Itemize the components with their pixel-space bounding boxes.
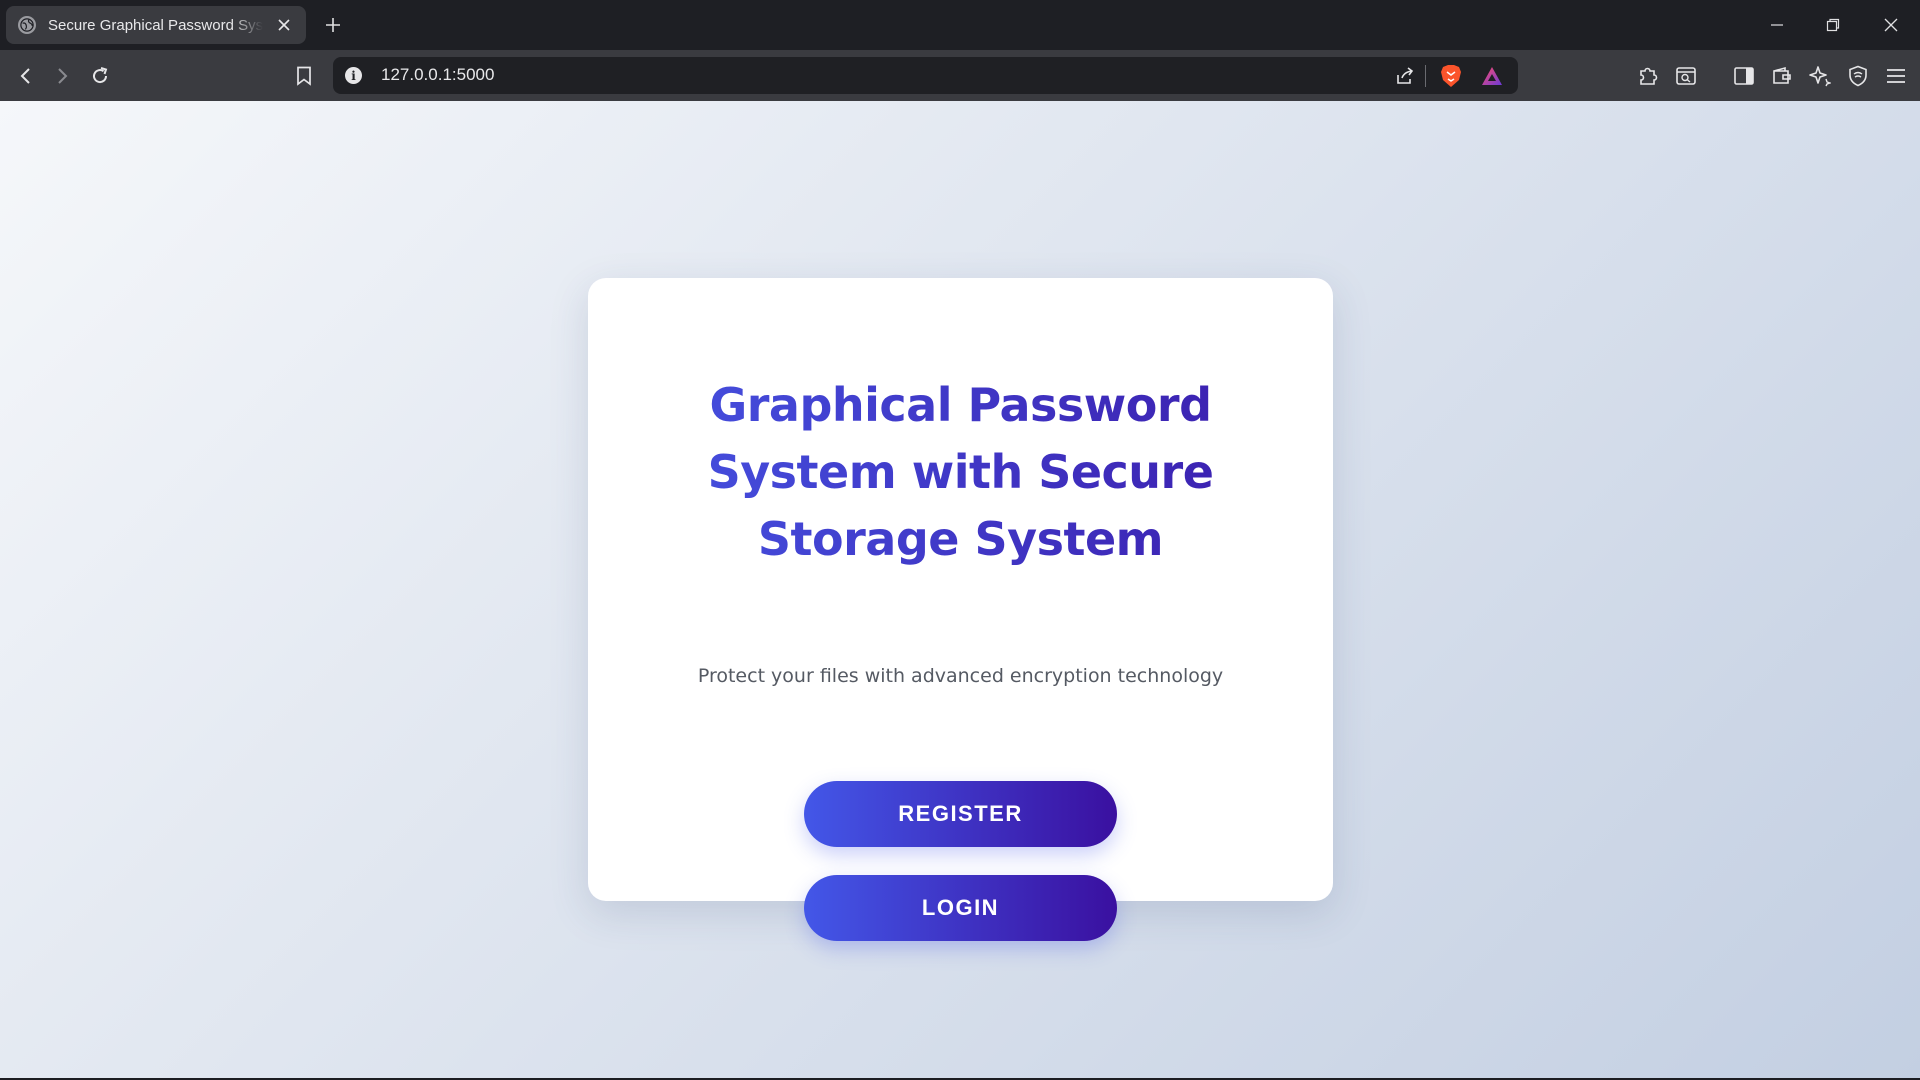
tab-strip: Secure Graphical Password System bbox=[0, 0, 1920, 50]
tab-title: Secure Graphical Password System bbox=[48, 16, 263, 34]
login-button[interactable]: LOGIN bbox=[804, 875, 1117, 941]
brave-lion-icon[interactable] bbox=[1437, 62, 1465, 90]
restore-icon[interactable] bbox=[1813, 8, 1853, 42]
browser-tab[interactable]: Secure Graphical Password System bbox=[6, 6, 306, 44]
page-title: Graphical Password System with Secure St… bbox=[588, 372, 1333, 573]
bookmark-icon[interactable] bbox=[288, 60, 320, 92]
close-icon[interactable] bbox=[274, 15, 294, 35]
share-icon[interactable] bbox=[1391, 62, 1419, 90]
wallet-icon[interactable] bbox=[1766, 60, 1798, 92]
sidebar-icon[interactable] bbox=[1728, 60, 1760, 92]
minimize-icon[interactable] bbox=[1757, 8, 1797, 42]
reader-mode-icon[interactable] bbox=[1670, 60, 1702, 92]
page-viewport: Graphical Password System with Secure St… bbox=[0, 101, 1920, 1078]
shield-icon[interactable] bbox=[1842, 60, 1874, 92]
info-icon[interactable]: i bbox=[345, 67, 362, 84]
sparkle-icon[interactable] bbox=[1804, 60, 1836, 92]
globe-icon bbox=[18, 16, 36, 34]
puzzle-icon[interactable] bbox=[1632, 60, 1664, 92]
reload-icon[interactable] bbox=[84, 60, 116, 92]
hamburger-menu-icon[interactable] bbox=[1880, 60, 1912, 92]
plus-icon[interactable] bbox=[320, 12, 346, 38]
landing-card: Graphical Password System with Secure St… bbox=[588, 278, 1333, 941]
title-line: System with Secure bbox=[707, 445, 1214, 499]
register-button[interactable]: REGISTER bbox=[804, 781, 1117, 847]
close-window-icon[interactable] bbox=[1871, 8, 1911, 42]
separator bbox=[1425, 65, 1426, 87]
address-bar[interactable] bbox=[333, 57, 1518, 94]
title-line: Storage System bbox=[757, 512, 1164, 566]
triangle-rewards-icon[interactable] bbox=[1478, 62, 1506, 90]
subtitle: Protect your files with advanced encrypt… bbox=[697, 665, 1224, 687]
title-line: Graphical Password bbox=[709, 378, 1212, 432]
back-arrow-icon[interactable] bbox=[10, 60, 42, 92]
forward-arrow-icon[interactable] bbox=[46, 60, 78, 92]
url-text[interactable]: 127.0.0.1:5000 bbox=[381, 64, 494, 86]
